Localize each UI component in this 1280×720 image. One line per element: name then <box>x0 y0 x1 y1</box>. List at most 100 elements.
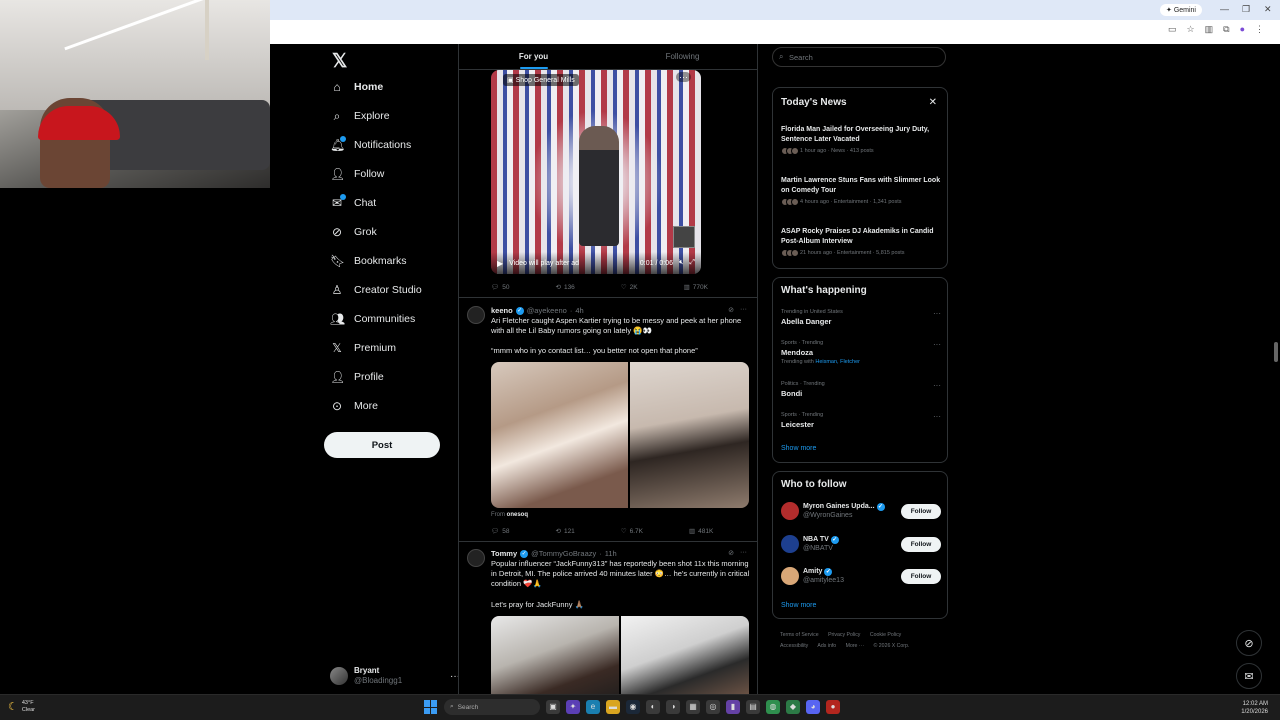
reply-button[interactable]: 💬︎ 58 <box>491 527 510 536</box>
restore-icon[interactable]: ❐ <box>1242 4 1250 15</box>
sidebar-icon[interactable]: ▥ <box>1205 24 1214 35</box>
video-player[interactable]: ▣ Shop General Mills ··· ▶ Video will pl… <box>491 70 701 274</box>
app-icon[interactable]: ◑ <box>666 700 680 714</box>
copilot-icon[interactable]: ✦ <box>566 700 580 714</box>
views-button[interactable]: ▥ 481K <box>689 527 713 536</box>
footer-link-ads[interactable]: Ads info <box>817 643 836 649</box>
close-window-icon[interactable]: ✕ <box>1264 4 1272 15</box>
media-image-left[interactable] <box>491 616 619 694</box>
app-icon[interactable]: ◆ <box>786 700 800 714</box>
follow-button[interactable]: Follow <box>901 503 941 519</box>
start-button[interactable] <box>424 700 438 714</box>
search-box[interactable]: ⌕ <box>772 47 946 67</box>
tab-for-you[interactable]: For you <box>459 44 608 69</box>
footer-link-terms[interactable]: Terms of Service <box>780 632 819 638</box>
trend-item[interactable]: Sports · Trending Leicester ··· <box>781 412 941 429</box>
tweet-handle[interactable]: @TommyGoBraazy <box>531 549 596 558</box>
app-icon[interactable]: ◎ <box>706 700 720 714</box>
follow-suggestion[interactable]: NBA TV ✓ @NBATV Follow <box>781 533 941 555</box>
tab-following[interactable]: Following <box>608 44 757 69</box>
tweet-author[interactable]: Tommy <box>491 549 517 558</box>
gemini-button[interactable]: ✦ Gemini <box>1160 4 1202 16</box>
system-clock[interactable]: 12:02 AM 1/20/2026 <box>1241 700 1268 716</box>
cast-icon[interactable]: ▭ <box>1168 24 1177 35</box>
nav-grok[interactable]: ⊘ Grok <box>330 221 377 243</box>
folder-icon[interactable]: ▬ <box>606 700 620 714</box>
more-horizontal-icon[interactable]: ··· <box>933 309 941 318</box>
mute-icon[interactable]: 🔇︎ <box>679 259 683 267</box>
media-image-right[interactable] <box>621 616 749 694</box>
repost-button[interactable]: ⟲ 121 <box>556 527 575 536</box>
more-horizontal-icon[interactable]: ··· <box>740 306 747 314</box>
nav-premium[interactable]: 𝕏 Premium <box>330 337 396 359</box>
more-horizontal-icon[interactable]: ··· <box>933 340 941 349</box>
trend-item[interactable]: Trending in United States Abella Danger … <box>781 309 941 326</box>
repost-button[interactable]: ⟲ 136 <box>556 283 575 292</box>
chrome-icon[interactable]: ◍ <box>766 700 780 714</box>
reply-button[interactable]: 💬︎ 50 <box>491 283 510 292</box>
nav-profile[interactable]: 👤︎ Profile <box>330 366 384 388</box>
news-item[interactable]: Florida Man Jailed for Overseeing Jury D… <box>781 125 941 155</box>
play-icon[interactable]: ▶ <box>497 259 503 268</box>
account-switcher[interactable]: Bryant @Bloadingg1 ··· <box>330 664 460 688</box>
news-item[interactable]: Martin Lawrence Stuns Fans with Slimmer … <box>781 176 941 206</box>
search-input[interactable] <box>789 52 929 62</box>
from-source[interactable]: onesoq <box>507 512 528 518</box>
trend-item[interactable]: Politics · Trending Bondi ··· <box>781 381 941 398</box>
taskbar-search[interactable]: ⌕ Search <box>444 699 540 715</box>
scrollbar-thumb[interactable] <box>1274 342 1278 362</box>
video-more-icon[interactable]: ··· <box>676 72 691 82</box>
extensions-icon[interactable]: ⧉ <box>1223 24 1229 35</box>
tweet[interactable]: keeno ✓ @ayekeeno · 4h ⊘ ··· Ari Fletcher… <box>459 306 757 542</box>
like-button[interactable]: ♡ 6.7K <box>621 527 643 536</box>
follow-suggestion[interactable]: Myron Gaines Upda... ✓ @WyronGaines Foll… <box>781 500 941 522</box>
trend-with-names[interactable]: Heisman, Fletcher <box>815 359 860 365</box>
x-logo-icon[interactable]: 𝕏 <box>332 50 347 73</box>
news-item[interactable]: ASAP Rocky Praises DJ Akademiks in Candi… <box>781 227 941 257</box>
tweet-media[interactable] <box>491 362 749 508</box>
close-icon[interactable]: ✕ <box>929 97 937 108</box>
fullscreen-icon[interactable]: ⤢ <box>689 259 695 267</box>
avatar[interactable] <box>467 549 485 567</box>
nav-explore[interactable]: ⌕ Explore <box>330 105 390 127</box>
profile-avatar[interactable]: ● <box>1240 24 1245 35</box>
follow-button[interactable]: Follow <box>901 568 941 584</box>
twitch-icon[interactable]: ▮ <box>726 700 740 714</box>
discord-icon[interactable]: ◕ <box>806 700 820 714</box>
star-icon[interactable]: ☆ <box>1187 24 1195 35</box>
minimize-icon[interactable]: — <box>1220 4 1229 14</box>
app-icon[interactable]: ◐ <box>646 700 660 714</box>
media-image-left[interactable] <box>491 362 628 508</box>
app-icon[interactable]: ▤ <box>746 700 760 714</box>
nav-home[interactable]: ⌂ Home <box>330 76 383 98</box>
more-horizontal-icon[interactable]: ··· <box>933 381 941 390</box>
grok-icon[interactable]: ⊘ <box>728 549 734 557</box>
tweet-media[interactable] <box>491 616 749 694</box>
shop-label[interactable]: ▣ Shop General Mills <box>503 74 579 86</box>
tweet-author[interactable]: keeno <box>491 306 513 315</box>
footer-link-privacy[interactable]: Privacy Policy <box>828 632 860 638</box>
task-view-icon[interactable]: ▣ <box>546 700 560 714</box>
grok-icon[interactable]: ⊘ <box>728 306 734 314</box>
nav-bookmarks[interactable]: 🔖︎ Bookmarks <box>330 250 407 272</box>
like-button[interactable]: ♡ 2K <box>621 283 638 292</box>
follow-suggestion[interactable]: Amity ✓ @amitylee13 Follow <box>781 565 941 587</box>
nav-chat[interactable]: ✉ Chat <box>330 192 376 214</box>
post-button[interactable]: Post <box>324 432 440 458</box>
footer-link-more[interactable]: More ··· <box>846 643 864 649</box>
steam-icon[interactable]: ◉ <box>626 700 640 714</box>
tweet-handle[interactable]: @ayekeeno <box>527 306 567 315</box>
messages-fab[interactable]: ✉ <box>1236 663 1262 689</box>
tweet-time[interactable]: 11h <box>605 549 617 558</box>
weather-widget[interactable]: ☾ 43°F Clear <box>8 700 35 714</box>
show-more-link[interactable]: Show more <box>781 602 816 609</box>
follow-button[interactable]: Follow <box>901 536 941 552</box>
footer-link-accessibility[interactable]: Accessibility <box>780 643 808 649</box>
footer-link-cookie[interactable]: Cookie Policy <box>870 632 901 638</box>
tweet-time[interactable]: 4h <box>575 306 583 315</box>
edge-icon[interactable]: e <box>586 700 600 714</box>
nav-more[interactable]: ⊙ More <box>330 395 378 417</box>
more-horizontal-icon[interactable]: ··· <box>933 412 941 421</box>
app-icon[interactable]: ● <box>826 700 840 714</box>
menu-icon[interactable]: ⋮ <box>1255 24 1264 35</box>
